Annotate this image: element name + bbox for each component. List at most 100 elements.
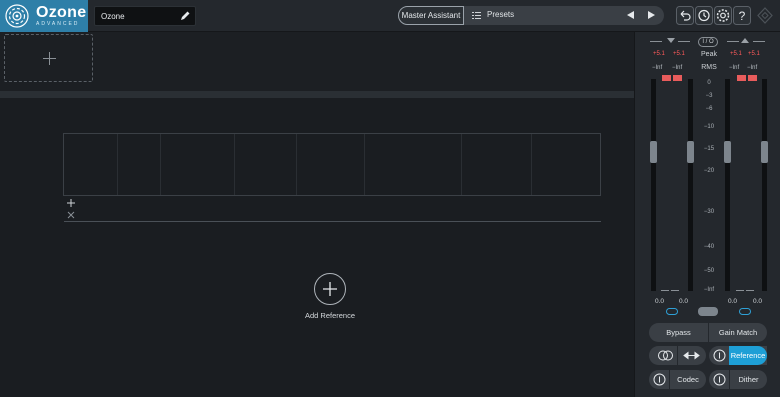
rms-value: −Inf [729, 65, 740, 71]
clip-indicator[interactable] [737, 75, 746, 81]
rms-value: −Inf [672, 65, 683, 71]
clip-indicator[interactable] [673, 75, 682, 81]
peak-value: +5.1 [748, 51, 760, 57]
reference-panel: Add Reference [0, 98, 634, 397]
power-icon[interactable] [653, 373, 666, 386]
scale-label: −40 [703, 244, 715, 250]
preset-name-text: Ozone [101, 12, 125, 21]
dither-button[interactable]: Dither [730, 370, 767, 389]
power-icon[interactable] [713, 373, 726, 386]
swap-arrows-icon[interactable] [683, 349, 700, 362]
meter-dash [746, 290, 754, 291]
scale-label: −20 [703, 168, 715, 174]
history-icon[interactable] [695, 6, 713, 25]
header-bar: Ozone ADVANCED Ozone Master Assistant Pr… [0, 0, 780, 32]
input-meter-left [651, 79, 656, 291]
grid-line [296, 134, 297, 195]
output-link-toggle[interactable] [739, 308, 751, 315]
section-divider [0, 91, 634, 98]
grid-line [117, 134, 118, 195]
scale-label: −15 [703, 146, 715, 152]
scale-label: −3 [705, 93, 713, 99]
app-subtitle: ADVANCED [36, 21, 80, 27]
scale-label: −Inf [703, 287, 715, 293]
output-fader-handle[interactable] [761, 141, 768, 163]
master-assistant-button[interactable]: Master Assistant [398, 6, 464, 25]
io-toggle[interactable]: I / O [698, 37, 718, 47]
plus-icon [323, 282, 337, 296]
bypass-button[interactable]: Bypass [649, 323, 708, 342]
meter-dash [650, 41, 662, 42]
list-icon [472, 12, 481, 19]
reference-button[interactable]: Reference [729, 346, 767, 365]
meter-dash [661, 290, 669, 291]
help-icon[interactable]: ? [733, 6, 751, 25]
stereo-swap-group [649, 346, 706, 365]
peak-value: +5.1 [653, 51, 665, 57]
peak-value: +5.1 [730, 51, 742, 57]
plus-icon[interactable] [67, 199, 75, 207]
prev-arrow-icon[interactable] [627, 11, 634, 19]
output-meter-right [762, 79, 767, 291]
output-meter-left [725, 79, 730, 291]
peak-mode-label[interactable]: Peak [695, 51, 723, 58]
add-reference-button[interactable] [314, 273, 346, 305]
input-fader-handle[interactable] [687, 141, 694, 163]
settings-gear-icon[interactable] [714, 6, 732, 25]
power-icon[interactable] [713, 349, 726, 362]
scale-label: 0 [707, 80, 711, 86]
track-divider [64, 221, 601, 222]
grid-line [531, 134, 532, 195]
peak-value: +5.1 [673, 51, 685, 57]
button-separator [677, 346, 678, 365]
output-fader-handle[interactable] [724, 141, 731, 163]
input-fader-handle[interactable] [650, 141, 657, 163]
meter-dash [753, 41, 765, 42]
input-gain-value[interactable]: 0.0 [655, 298, 664, 305]
ireact-logo-icon [757, 7, 773, 24]
scale-label: −6 [705, 106, 713, 112]
meter-dash [736, 290, 744, 291]
grid-line [160, 134, 161, 195]
grid-line [234, 134, 235, 195]
pencil-icon[interactable] [179, 10, 191, 22]
clip-indicator[interactable] [662, 75, 671, 81]
svg-text:?: ? [739, 9, 746, 23]
next-arrow-icon[interactable] [648, 11, 655, 19]
io-link-toggle[interactable] [698, 307, 718, 316]
meter-dash [727, 41, 739, 42]
ozone-app: Ozone ADVANCED Ozone Master Assistant Pr… [0, 0, 780, 397]
bypass-gainmatch-group: Bypass Gain Match [649, 323, 767, 342]
input-gain-value[interactable]: 0.0 [679, 298, 688, 305]
rms-mode-label[interactable]: RMS [695, 64, 723, 71]
rms-value: −Inf [747, 65, 758, 71]
plus-icon [43, 52, 56, 65]
io-meter-panel: I / O +5.1 +5.1 Peak +5.1 +5.1 −Inf −Inf… [634, 32, 780, 397]
codec-button[interactable]: Codec [670, 370, 706, 389]
undo-icon[interactable] [676, 6, 694, 25]
scale-label: −30 [703, 209, 715, 215]
dither-group: Dither [709, 370, 767, 389]
meter-dash [678, 41, 690, 42]
ozone-logo-icon [2, 1, 32, 31]
clip-indicator[interactable] [748, 75, 757, 81]
stereo-icon[interactable] [657, 349, 674, 362]
codec-group: Codec [649, 370, 706, 389]
presets-bar[interactable]: Presets [464, 6, 664, 25]
grid-line [461, 134, 462, 195]
input-meter-right [688, 79, 693, 291]
input-gain-triangle-icon[interactable] [667, 38, 675, 43]
add-module-slot[interactable] [4, 34, 93, 82]
app-title: Ozone [36, 4, 87, 21]
output-gain-triangle-icon[interactable] [741, 38, 749, 43]
reference-waveform-area[interactable] [63, 133, 601, 196]
preset-name-field[interactable]: Ozone [94, 6, 196, 26]
ozone-logo[interactable]: Ozone ADVANCED [0, 0, 88, 32]
input-link-toggle[interactable] [666, 308, 678, 315]
gain-match-button[interactable]: Gain Match [709, 323, 767, 342]
output-gain-value[interactable]: 0.0 [728, 298, 737, 305]
close-icon[interactable] [67, 211, 75, 219]
output-gain-value[interactable]: 0.0 [753, 298, 762, 305]
rms-value: −Inf [652, 65, 663, 71]
presets-label: Presets [487, 10, 515, 19]
